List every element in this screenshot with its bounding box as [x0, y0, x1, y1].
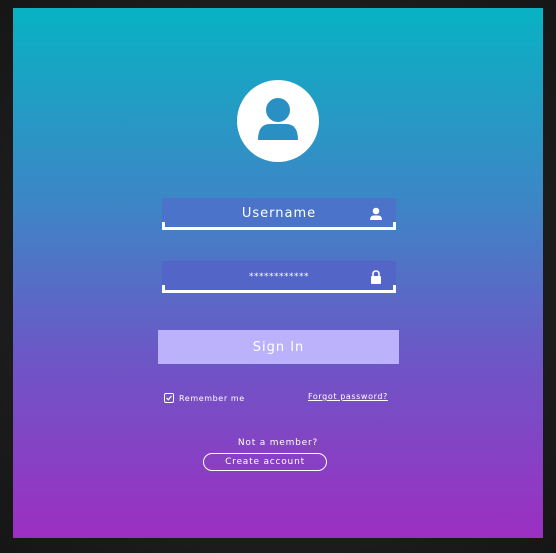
not-member-text: Not a member?	[237, 438, 319, 448]
username-input[interactable]	[182, 202, 376, 224]
username-field[interactable]	[162, 198, 396, 230]
username-underline	[162, 227, 396, 230]
remember-checkbox[interactable]	[164, 393, 174, 403]
forgot-password-link[interactable]: Forgot password?	[308, 392, 388, 401]
checkmark-icon	[166, 395, 172, 401]
password-underline-tick-left	[162, 285, 165, 293]
password-input[interactable]	[182, 266, 376, 288]
user-icon	[368, 206, 384, 222]
window-frame: Sign In Remember me Forgot password? Not…	[0, 0, 556, 553]
password-underline-tick-right	[393, 285, 396, 293]
sign-in-button[interactable]: Sign In	[158, 330, 399, 364]
lock-icon	[368, 269, 384, 285]
username-underline-tick-right	[393, 222, 396, 230]
remember-me[interactable]: Remember me	[164, 391, 245, 405]
user-avatar-icon	[237, 80, 319, 162]
create-account-button[interactable]: Create account	[203, 453, 327, 471]
username-underline-tick-left	[162, 222, 165, 230]
password-underline	[162, 290, 396, 293]
password-field[interactable]	[162, 261, 396, 293]
remember-label: Remember me	[179, 393, 245, 403]
